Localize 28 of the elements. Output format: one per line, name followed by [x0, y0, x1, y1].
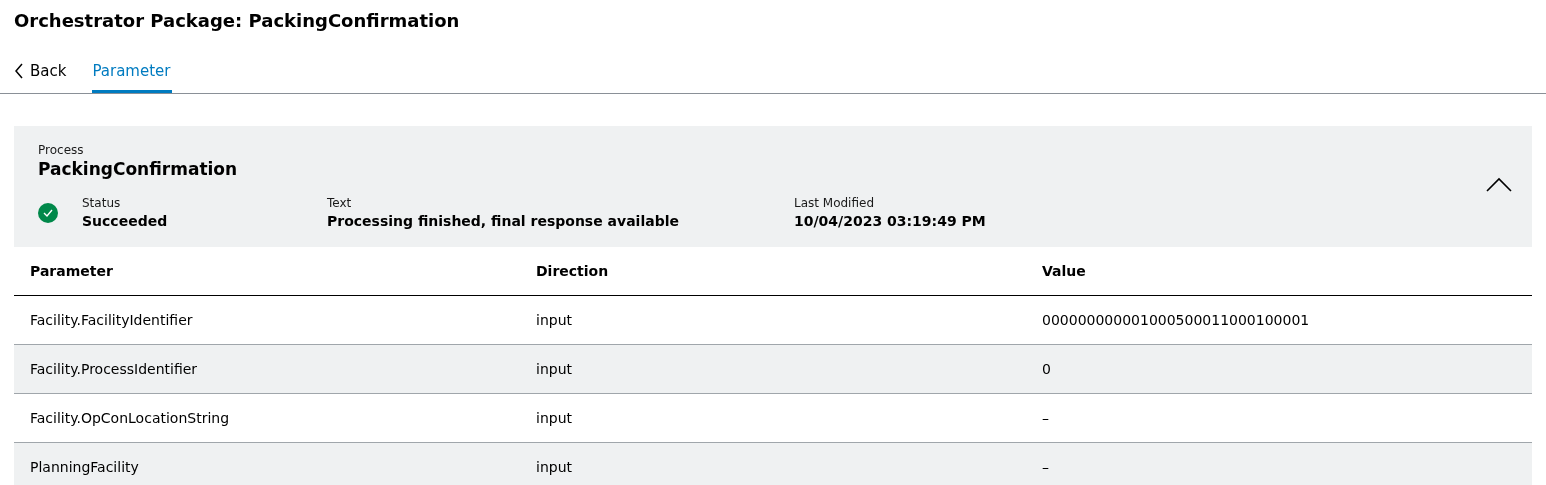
table-cell: – — [1026, 442, 1532, 485]
table-cell: input — [520, 393, 1026, 443]
table-cell: Facility.OpConLocationString — [14, 393, 520, 443]
field-value: Succeeded — [82, 212, 168, 231]
collapse-button[interactable] — [1486, 176, 1512, 194]
table-cell: 000000000001000500011000100001 — [1026, 295, 1532, 345]
table-cell: input — [520, 442, 1026, 485]
table-cell: Facility.FacilityIdentifier — [14, 295, 520, 345]
field-label: Status — [82, 195, 122, 211]
table-cell: Facility.ProcessIdentifier — [14, 344, 520, 394]
column-header: Parameter — [14, 247, 520, 296]
field-label: Last Modified — [794, 195, 875, 211]
table-cell: PlanningFacility — [14, 442, 520, 485]
page-title: Orchestrator Package: PackingConfirmation — [13, 9, 461, 33]
tab[interactable]: Parameter — [92, 51, 173, 93]
table-cell: input — [520, 344, 1026, 394]
table-cell: – — [1026, 393, 1532, 443]
column-header: Direction — [520, 247, 1026, 296]
table-cell: input — [520, 295, 1026, 345]
back-button[interactable]: Back — [14, 51, 69, 93]
field-label: Text — [327, 195, 353, 211]
chevron-left-icon — [14, 62, 24, 79]
table-cell: 0 — [1026, 344, 1532, 394]
column-header: Value — [1026, 247, 1532, 296]
field-value: Processing finished, final response available — [327, 212, 679, 231]
process-name: PackingConfirmation — [38, 158, 239, 180]
field-value: 10/04/2023 03:19:49 PM — [794, 212, 986, 231]
process-label: Process — [38, 142, 85, 158]
